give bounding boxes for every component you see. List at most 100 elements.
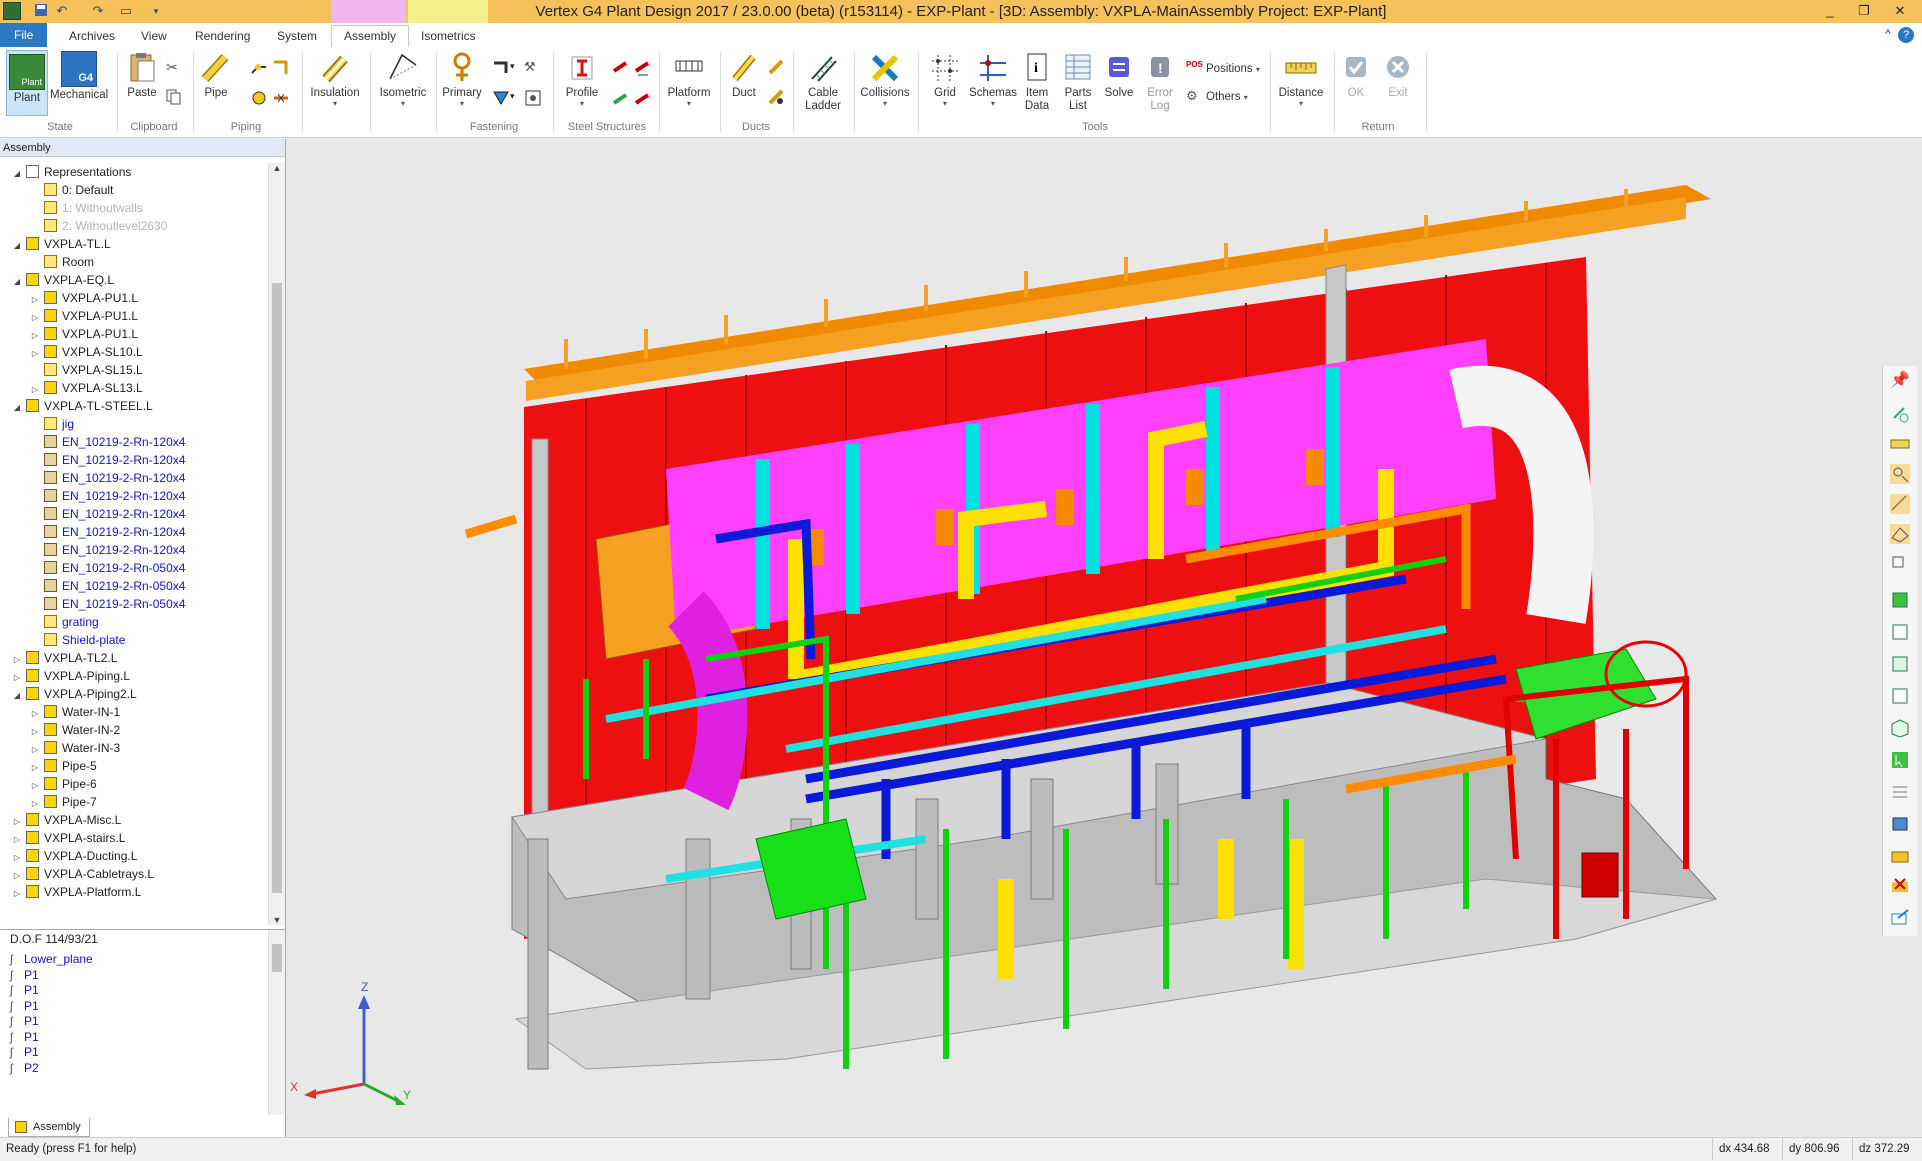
- tree-node[interactable]: ▷ VXPLA-stairs.L: [12, 829, 125, 847]
- copy-icon[interactable]: [166, 89, 184, 107]
- scroll-down-arrow[interactable]: ▼: [269, 915, 285, 925]
- select-arrow-icon[interactable]: [1890, 750, 1910, 770]
- select-point-icon[interactable]: [1890, 464, 1910, 484]
- tree-node[interactable]: ◢ Representations: [12, 163, 131, 181]
- minimize-button[interactable]: _: [1818, 2, 1842, 20]
- tree-node[interactable]: ▷ Pipe-6: [30, 775, 97, 793]
- tree-node[interactable]: Room: [30, 253, 94, 271]
- parts-list-button[interactable]: Parts List: [1060, 51, 1096, 113]
- grid-button[interactable]: Grid ▾: [924, 51, 966, 108]
- select-face-icon[interactable]: [1890, 524, 1910, 544]
- profile-button[interactable]: Profile ▾: [560, 51, 604, 108]
- dof-scroll-thumb[interactable]: [272, 944, 282, 972]
- ok-button[interactable]: OK: [1338, 51, 1374, 100]
- expand-toggle-icon[interactable]: ◢: [12, 165, 22, 183]
- view-left-icon[interactable]: [1890, 654, 1910, 674]
- view-iso-icon[interactable]: [1890, 718, 1910, 738]
- wrench-icon[interactable]: ⚒: [524, 59, 542, 77]
- tree-node[interactable]: ◢ VXPLA-TL.L: [12, 235, 111, 253]
- layers-icon[interactable]: [1890, 814, 1910, 834]
- tree-node[interactable]: 1: Withoutwalls: [30, 199, 143, 217]
- cable-ladder-button[interactable]: Cable Ladder: [798, 51, 848, 113]
- tree-node[interactable]: ▷ Water-IN-2: [30, 721, 120, 739]
- tree-node[interactable]: ▷ VXPLA-Misc.L: [12, 811, 121, 829]
- tree-node[interactable]: EN_10219-2-Rn-120x4: [30, 487, 185, 505]
- tab-rendering[interactable]: Rendering: [183, 26, 262, 47]
- exit-button[interactable]: Exit: [1380, 51, 1416, 100]
- paste-button[interactable]: Paste: [124, 51, 160, 100]
- select-component-icon[interactable]: [1890, 554, 1910, 574]
- pipe-button[interactable]: Pipe: [198, 51, 234, 100]
- tree-node[interactable]: ▷ VXPLA-PU1.L: [30, 325, 138, 343]
- delete-icon[interactable]: [1890, 876, 1910, 896]
- pipe-elbow-icon[interactable]: [272, 59, 290, 77]
- duct-route-icon[interactable]: [768, 59, 786, 77]
- column-edit-icon[interactable]: [634, 89, 652, 107]
- column-icon[interactable]: [612, 89, 630, 107]
- 3d-viewport[interactable]: Z X Y: [286, 139, 1922, 1137]
- others-icon[interactable]: ⚙: [1186, 88, 1204, 106]
- tree-node[interactable]: ▷ Water-IN-1: [30, 703, 120, 721]
- tree-node[interactable]: EN_10219-2-Rn-120x4: [30, 541, 185, 559]
- beam-edit-icon[interactable]: [634, 59, 652, 77]
- scroll-up-arrow[interactable]: ▲: [269, 163, 285, 173]
- tree-node[interactable]: 0: Default: [30, 181, 113, 199]
- tab-archives[interactable]: Archives: [57, 26, 127, 47]
- tree-node[interactable]: VXPLA-SL15.L: [30, 361, 143, 379]
- expand-toggle-icon[interactable]: ◢: [12, 273, 22, 291]
- tree-node[interactable]: ▷ VXPLA-SL10.L: [30, 343, 143, 361]
- tree-node[interactable]: EN_10219-2-Rn-050x4: [30, 577, 185, 595]
- tree-node[interactable]: ◢ VXPLA-Piping2.L: [12, 685, 137, 703]
- list-view-icon[interactable]: [1890, 782, 1910, 802]
- dof-scrollbar[interactable]: [268, 930, 285, 1115]
- tree-node[interactable]: 2: Withoutlevel2630: [30, 217, 167, 235]
- collisions-button[interactable]: Collisions ▾: [858, 51, 912, 108]
- isometric-button[interactable]: Isometric ▾: [376, 51, 430, 108]
- bracket-icon[interactable]: [492, 89, 510, 107]
- plant-button[interactable]: Plant Plant: [6, 50, 48, 116]
- tree-node[interactable]: ▷ VXPLA-Platform.L: [12, 883, 141, 901]
- help-icon[interactable]: ?: [1898, 27, 1914, 43]
- cut-icon[interactable]: ✂: [166, 59, 184, 77]
- tree-node[interactable]: ▷ Water-IN-3: [30, 739, 120, 757]
- tab-isometrics[interactable]: Isometrics: [409, 26, 488, 47]
- pin-icon[interactable]: 📌: [1890, 370, 1910, 390]
- tree-node[interactable]: jig: [30, 415, 74, 433]
- expand-toggle-icon[interactable]: ◢: [12, 687, 22, 705]
- beam-icon[interactable]: [612, 59, 630, 77]
- tree-node[interactable]: EN_10219-2-Rn-120x4: [30, 523, 185, 541]
- assembly-tree[interactable]: ◢ Representations 0: Default 1: Withoutwall…: [0, 163, 266, 1063]
- tab-file[interactable]: File: [0, 23, 48, 47]
- tree-node[interactable]: EN_10219-2-Rn-120x4: [30, 451, 185, 469]
- rotate-view-icon[interactable]: [1890, 404, 1910, 424]
- positions-icon[interactable]: POS: [1186, 60, 1204, 78]
- expand-toggle-icon[interactable]: ◢: [12, 399, 22, 417]
- tree-node[interactable]: EN_10219-2-Rn-050x4: [30, 595, 185, 613]
- tree-node[interactable]: ▷ Pipe-5: [30, 757, 97, 775]
- tree-scrollbar[interactable]: ▲ ▼: [268, 163, 285, 925]
- platform-button[interactable]: Platform ▾: [664, 51, 714, 108]
- tree-node[interactable]: ▷ Pipe-7: [30, 793, 97, 811]
- tree-node[interactable]: ▷ VXPLA-Piping.L: [12, 667, 130, 685]
- tree-node[interactable]: ▷ VXPLA-Cabletrays.L: [12, 865, 154, 883]
- plant-model[interactable]: Z X Y: [286, 139, 1922, 1137]
- positions-button[interactable]: Positions ▾: [1206, 63, 1260, 76]
- tree-node[interactable]: ◢ VXPLA-TL-STEEL.L: [12, 397, 153, 415]
- solve-button[interactable]: Solve: [1102, 51, 1136, 100]
- clamp-icon[interactable]: [492, 59, 510, 77]
- tree-node[interactable]: ▷ VXPLA-SL13.L: [30, 379, 143, 397]
- panel-tab-assembly[interactable]: Assembly: [8, 1118, 90, 1137]
- plate-icon[interactable]: [524, 89, 542, 107]
- tab-assembly[interactable]: Assembly: [331, 25, 410, 48]
- expand-toggle-icon[interactable]: ▷: [12, 885, 22, 903]
- tab-view[interactable]: View: [129, 26, 179, 47]
- tree-node[interactable]: ▷ VXPLA-TL2.L: [12, 649, 117, 667]
- tree-node[interactable]: EN_10219-2-Rn-120x4: [30, 469, 185, 487]
- tree-scroll-thumb[interactable]: [272, 283, 282, 893]
- maximize-button[interactable]: ❐: [1852, 2, 1876, 20]
- view-back-icon[interactable]: [1890, 622, 1910, 642]
- duct-button[interactable]: Duct: [726, 51, 762, 100]
- tab-system[interactable]: System: [265, 26, 329, 47]
- expand-toggle-icon[interactable]: ◢: [12, 237, 22, 255]
- primary-button[interactable]: Primary ▾: [440, 51, 484, 108]
